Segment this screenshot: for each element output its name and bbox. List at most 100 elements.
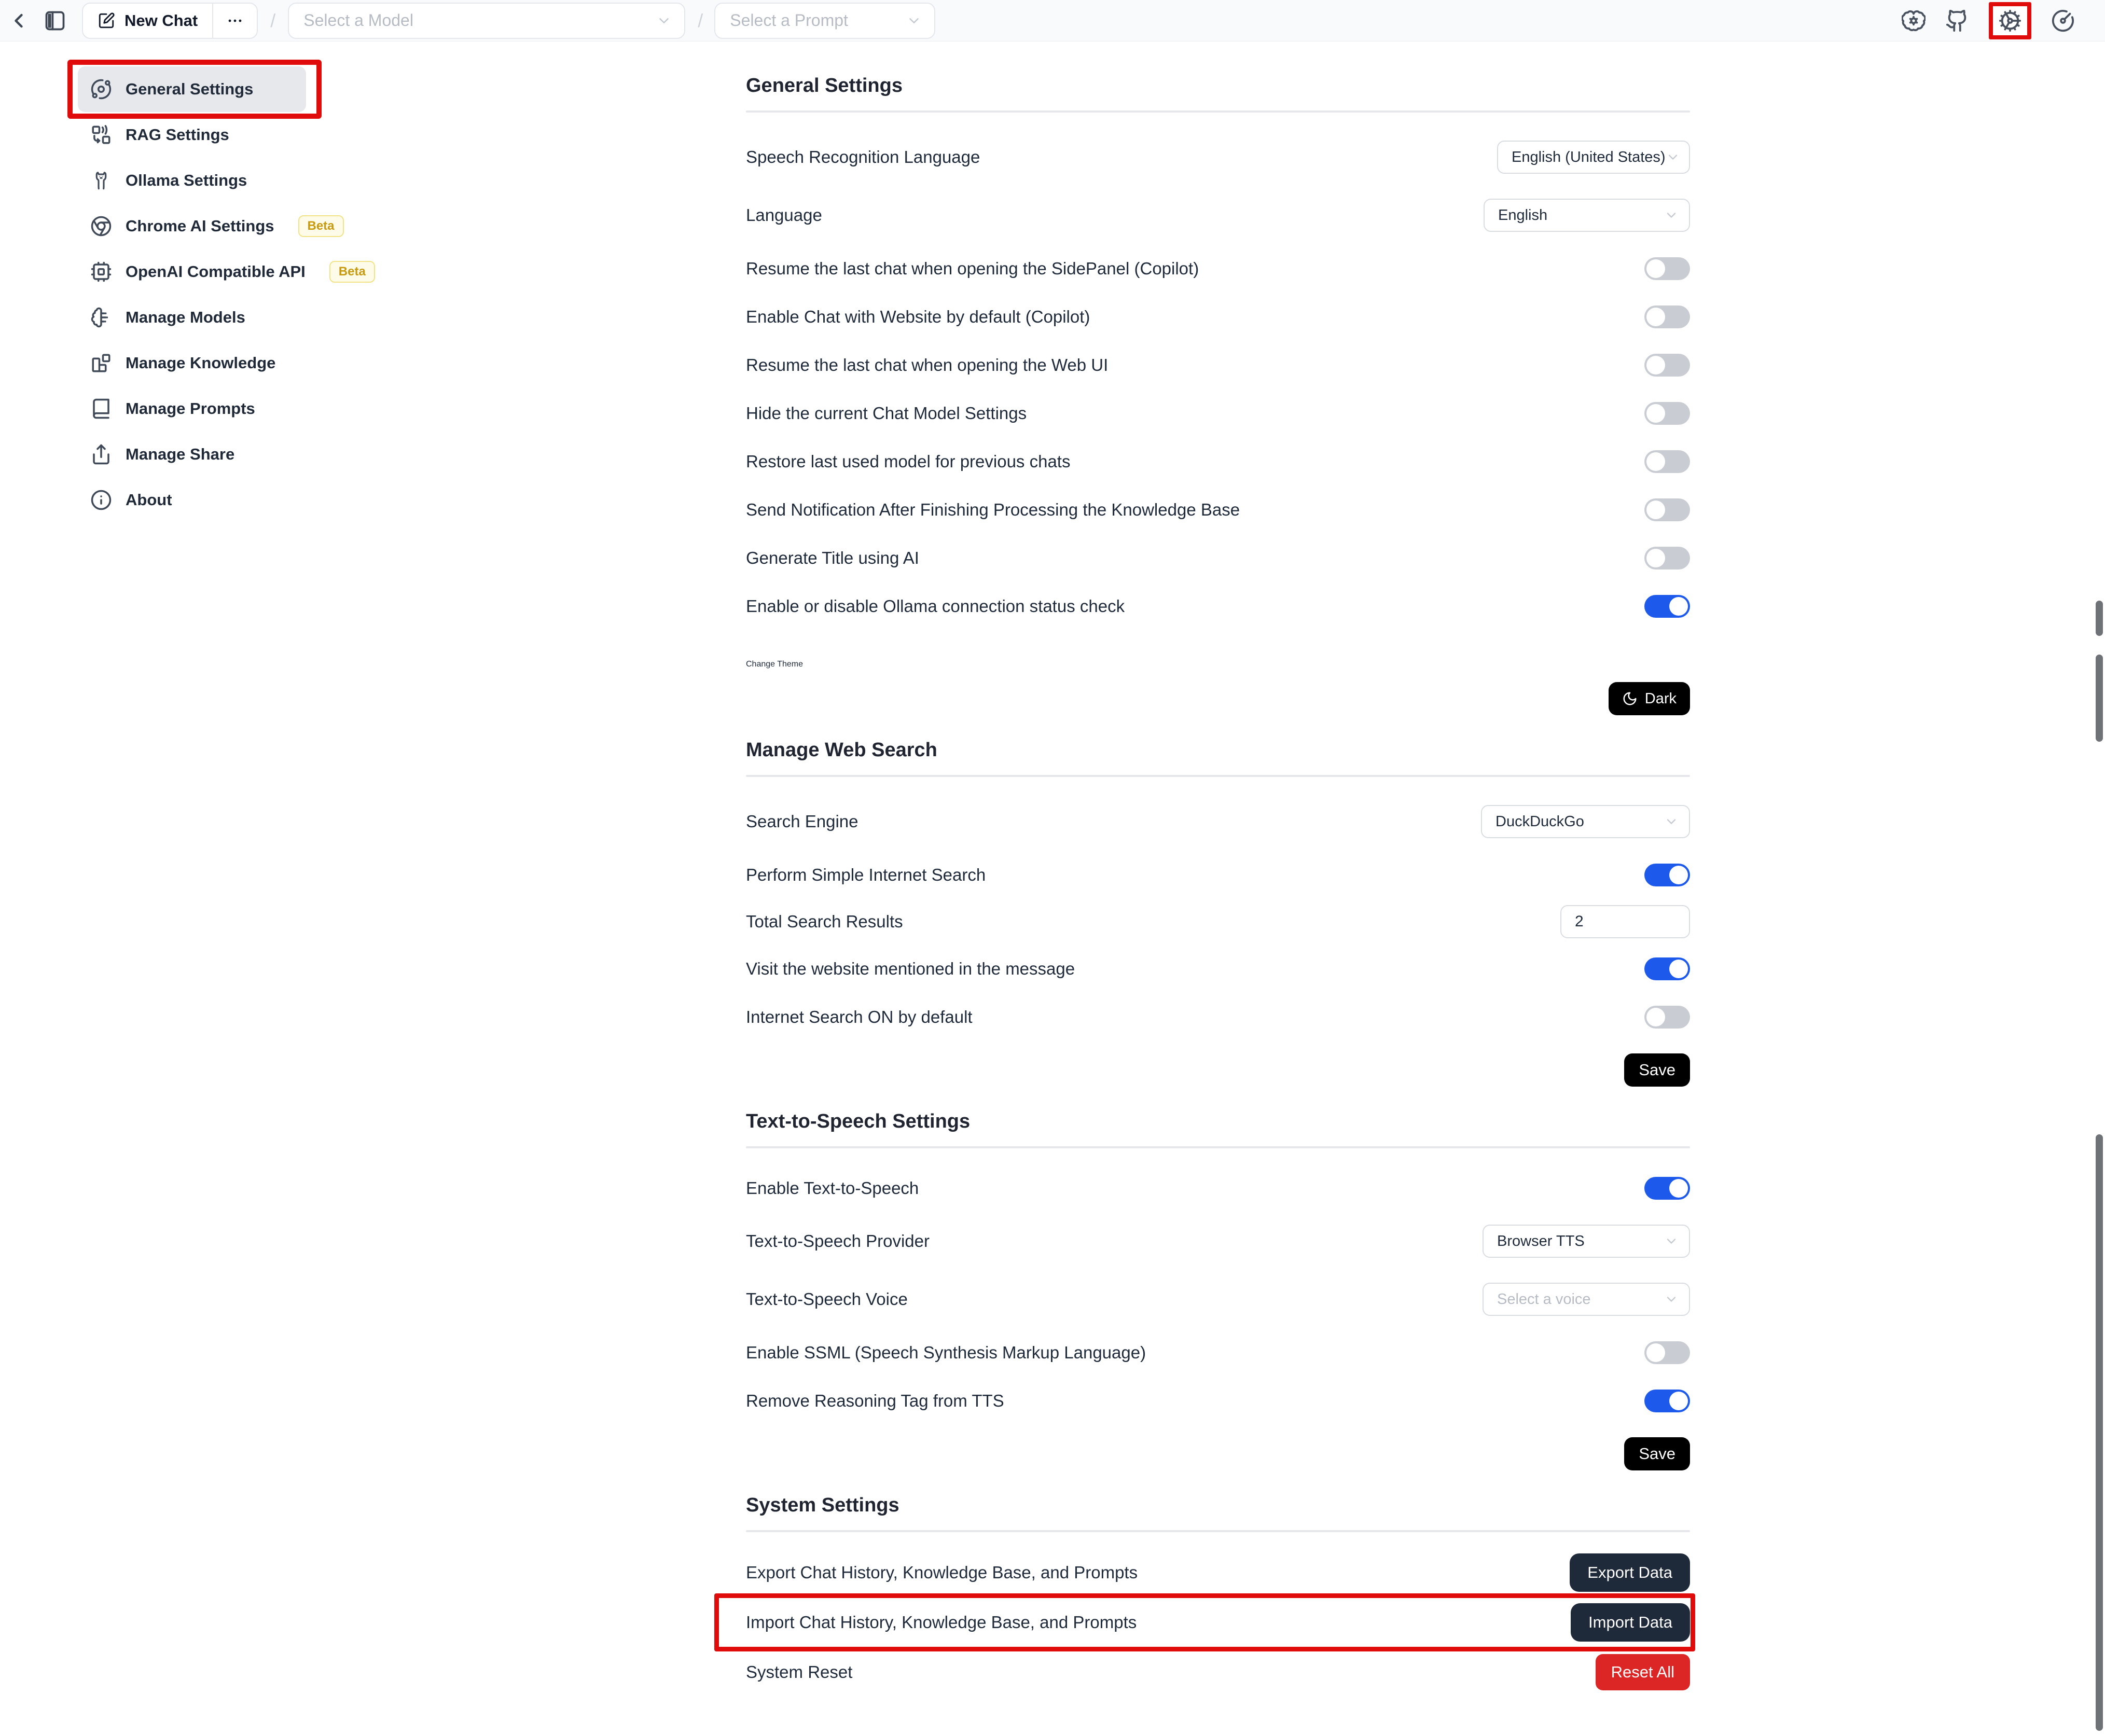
share-icon bbox=[90, 443, 112, 465]
toggle-knob bbox=[1669, 597, 1688, 616]
settings-main: General Settings Speech Recognition Langu… bbox=[746, 41, 1690, 1697]
sidebar-item-manage-share[interactable]: Manage Share bbox=[78, 432, 306, 477]
sidebar-item-chrome-ai-settings[interactable]: Chrome AI SettingsBeta bbox=[78, 203, 306, 249]
setting-label: Enable or disable Ollama connection stat… bbox=[746, 596, 1125, 616]
sidebar-item-general-settings[interactable]: General Settings bbox=[78, 66, 306, 112]
sidebar-item-openai-compatible-api[interactable]: OpenAI Compatible APIBeta bbox=[78, 249, 306, 295]
row-enable-ssml-speech-synthesis-markup-lang: Enable SSML (Speech Synthesis Markup Lan… bbox=[746, 1328, 1690, 1377]
more-options-button[interactable] bbox=[213, 4, 257, 38]
rag-icon bbox=[90, 124, 112, 146]
new-chat-button[interactable]: New Chat bbox=[83, 4, 212, 38]
scrollbar-thumb[interactable] bbox=[2096, 655, 2103, 742]
sidebar-item-ollama-settings[interactable]: Ollama Settings bbox=[78, 158, 306, 203]
text-to-speech-provider-select[interactable]: Browser TTS bbox=[1483, 1225, 1690, 1258]
remove-reasoning-tag-from-tts-toggle[interactable] bbox=[1644, 1390, 1690, 1412]
model-select[interactable]: Select a Model bbox=[288, 3, 685, 39]
sidebar-item-label: RAG Settings bbox=[126, 126, 229, 144]
sidebar-item-label: Ollama Settings bbox=[126, 171, 247, 190]
setting-label: Export Chat History, Knowledge Base, and… bbox=[746, 1563, 1138, 1582]
internet-search-on-by-default-toggle[interactable] bbox=[1644, 1006, 1690, 1029]
sidebar-item-manage-models[interactable]: Manage Models bbox=[78, 295, 306, 340]
sidebar-item-about[interactable]: About bbox=[78, 477, 306, 523]
row-export-chat-history-knowledge-base-and-p: Export Chat History, Knowledge Base, and… bbox=[746, 1548, 1690, 1598]
search-engine-select[interactable]: DuckDuckGo bbox=[1481, 805, 1690, 838]
enable-ssml-speech-synthesis-markup-lang-toggle[interactable] bbox=[1644, 1341, 1690, 1364]
chevron-down-icon bbox=[1664, 814, 1679, 829]
resume-the-last-chat-when-opening-the-we-toggle[interactable] bbox=[1644, 354, 1690, 377]
visit-the-website-mentioned-in-the-messa-toggle[interactable] bbox=[1644, 957, 1690, 980]
row-internet-search-on-by-default: Internet Search ON by default bbox=[746, 993, 1690, 1041]
setting-label: Change Theme bbox=[746, 660, 803, 669]
back-icon[interactable] bbox=[7, 9, 30, 32]
total-search-results-input[interactable] bbox=[1560, 905, 1690, 938]
new-chat-button-group: New Chat bbox=[82, 3, 258, 39]
select-value: English bbox=[1498, 207, 1547, 224]
generate-title-using-ai-toggle[interactable] bbox=[1644, 547, 1690, 570]
settings-gear-icon[interactable] bbox=[1998, 9, 2022, 33]
save-row: Save bbox=[746, 1437, 1690, 1470]
perform-simple-internet-search-toggle[interactable] bbox=[1644, 864, 1690, 886]
beta-badge: Beta bbox=[329, 261, 375, 283]
setting-label: Perform Simple Internet Search bbox=[746, 865, 986, 885]
sidebar-item-manage-prompts[interactable]: Manage Prompts bbox=[78, 386, 306, 432]
setting-label: Restore last used model for previous cha… bbox=[746, 452, 1070, 471]
brain-icon bbox=[90, 307, 112, 328]
row-change-theme: Change Theme Dark bbox=[746, 630, 1690, 715]
github-icon[interactable] bbox=[1945, 9, 1969, 33]
restore-last-used-model-for-previous-cha-toggle[interactable] bbox=[1644, 450, 1690, 473]
brain-cog-icon[interactable] bbox=[1902, 9, 1926, 33]
row-send-notification-after-finishing-proces: Send Notification After Finishing Proces… bbox=[746, 485, 1690, 534]
setting-label: Hide the current Chat Model Settings bbox=[746, 404, 1027, 423]
toggle-knob bbox=[1669, 866, 1688, 884]
chevron-down-icon bbox=[906, 13, 922, 29]
enable-text-to-speech-toggle[interactable] bbox=[1644, 1177, 1690, 1200]
new-chat-label: New Chat bbox=[124, 11, 198, 30]
speech-recognition-language-select[interactable]: English (United States) bbox=[1497, 141, 1690, 174]
send-notification-after-finishing-proces-toggle[interactable] bbox=[1644, 498, 1690, 521]
sidebar-item-label: OpenAI Compatible API bbox=[126, 262, 306, 281]
prompt-select-placeholder: Select a Prompt bbox=[730, 11, 848, 30]
section-title-general: General Settings bbox=[746, 75, 1690, 97]
save-button[interactable]: Save bbox=[1624, 1053, 1690, 1087]
settings-sidebar: General Settings RAG Settings Ollama Setti… bbox=[78, 66, 306, 523]
import-data-button[interactable]: Import Data bbox=[1571, 1603, 1690, 1642]
sidebar-item-label: Manage Prompts bbox=[126, 399, 255, 418]
select-value: Select a voice bbox=[1497, 1291, 1591, 1308]
row-enable-chat-with-website-by-default-copi: Enable Chat with Website by default (Cop… bbox=[746, 293, 1690, 341]
sidebar-item-label: Manage Knowledge bbox=[126, 354, 275, 372]
orbit-icon bbox=[90, 78, 112, 100]
scrollbar-thumb[interactable] bbox=[2096, 601, 2103, 636]
language-select[interactable]: English bbox=[1484, 199, 1690, 232]
toggle-knob bbox=[1646, 1008, 1665, 1026]
enable-chat-with-website-by-default-copi-toggle[interactable] bbox=[1644, 305, 1690, 328]
gauge-icon[interactable] bbox=[2051, 9, 2075, 33]
select-value: Browser TTS bbox=[1497, 1233, 1585, 1250]
hide-the-current-chat-model-settings-toggle[interactable] bbox=[1644, 402, 1690, 425]
chevron-down-icon bbox=[1666, 150, 1680, 164]
book-icon bbox=[90, 398, 112, 420]
row-generate-title-using-ai: Generate Title using AI bbox=[746, 534, 1690, 582]
export-data-button[interactable]: Export Data bbox=[1570, 1553, 1690, 1592]
setting-label: Remove Reasoning Tag from TTS bbox=[746, 1391, 1004, 1411]
reset-all-button[interactable]: Reset All bbox=[1596, 1654, 1690, 1690]
row-speech-recognition-language: Speech Recognition LanguageEnglish (Unit… bbox=[746, 128, 1690, 186]
square-pen-icon bbox=[98, 12, 115, 30]
prompt-select[interactable]: Select a Prompt bbox=[714, 3, 935, 39]
sidebar-item-manage-knowledge[interactable]: Manage Knowledge bbox=[78, 340, 306, 386]
row-visit-the-website-mentioned-in-the-messa: Visit the website mentioned in the messa… bbox=[746, 945, 1690, 993]
sidebar-item-label: Manage Share bbox=[126, 445, 234, 464]
blocks-icon bbox=[90, 352, 112, 374]
sidebar-item-rag-settings[interactable]: RAG Settings bbox=[78, 112, 306, 158]
chevron-down-icon bbox=[1664, 208, 1679, 223]
scrollbar-thumb[interactable] bbox=[2096, 1134, 2103, 1731]
sidebar-panel-icon[interactable] bbox=[44, 9, 66, 32]
text-to-speech-voice-select[interactable]: Select a voice bbox=[1483, 1283, 1690, 1316]
toggle-knob bbox=[1669, 1179, 1688, 1198]
save-button[interactable]: Save bbox=[1624, 1437, 1690, 1470]
theme-dark-button[interactable]: Dark bbox=[1609, 682, 1690, 715]
section-rows-system: Export Chat History, Knowledge Base, and… bbox=[746, 1532, 1690, 1697]
resume-the-last-chat-when-opening-the-si-toggle[interactable] bbox=[1644, 257, 1690, 280]
section-rows-general: Speech Recognition LanguageEnglish (Unit… bbox=[746, 113, 1690, 715]
enable-or-disable-ollama-connection-stat-toggle[interactable] bbox=[1644, 595, 1690, 618]
toggle-knob bbox=[1669, 960, 1688, 978]
